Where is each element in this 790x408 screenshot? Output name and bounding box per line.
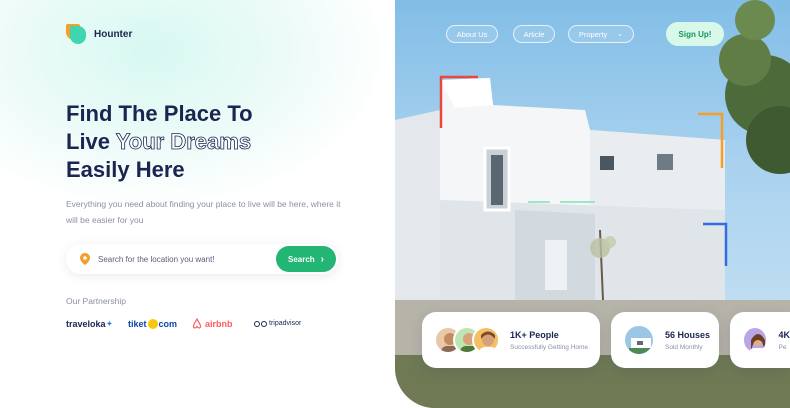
hero-title-line3: Easily Here bbox=[66, 157, 185, 182]
hero-title-line1: Find The Place To bbox=[66, 101, 253, 126]
search-button[interactable]: Search › bbox=[276, 246, 336, 272]
house-thumbnail bbox=[623, 324, 655, 356]
partner-tripadvisor-text: tripadvisor bbox=[269, 320, 302, 327]
stat-card-people: 1K+ People Successfully Getting Home bbox=[422, 312, 600, 368]
brand-name: Hounter bbox=[94, 28, 133, 40]
location-pin-icon bbox=[80, 253, 90, 265]
nav-property-dropdown[interactable]: Property ⌄ bbox=[568, 25, 634, 43]
partner-traveloka-text: traveloka bbox=[66, 318, 106, 329]
airbnb-icon bbox=[192, 318, 202, 329]
avatar bbox=[742, 326, 769, 354]
partner-tiket-com-text: com bbox=[158, 318, 178, 329]
hero-title: Find The Place To Live Your Dreams Easil… bbox=[66, 100, 253, 184]
partner-tripadvisor-logo: tripadvisor bbox=[254, 320, 301, 327]
tiket-dot-icon bbox=[147, 318, 158, 329]
partner-tiket-text: tiket bbox=[128, 318, 147, 329]
hero-description: Everything you need about finding your p… bbox=[66, 199, 341, 225]
stat-partial-caption: Pe bbox=[778, 343, 787, 351]
partnership-label: Our Partnership bbox=[66, 296, 126, 306]
nav-about-us[interactable]: About Us bbox=[446, 25, 498, 43]
people-avatar-group bbox=[434, 326, 500, 354]
partner-airbnb-text: airbnb bbox=[205, 318, 233, 329]
stat-people-value: 1K+ People bbox=[510, 329, 559, 340]
location-search-bar: Search › bbox=[66, 244, 338, 274]
stat-card-partial: 4K Pe bbox=[730, 312, 790, 368]
partner-logos: traveloka ✦ tiket com airbnb tripadvisor bbox=[66, 318, 301, 329]
brand-logo[interactable]: Hounter bbox=[66, 24, 132, 44]
stat-houses-value: 56 Houses bbox=[665, 329, 711, 340]
chevron-right-icon: › bbox=[320, 253, 325, 265]
chevron-down-icon: ⌄ bbox=[617, 31, 624, 38]
signup-button[interactable]: Sign Up! bbox=[666, 22, 724, 46]
hero-title-line2-outline: Your Dreams bbox=[115, 129, 252, 155]
stat-card-houses: 56 Houses Sold Monthly bbox=[611, 312, 719, 368]
stat-houses-caption: Sold Monthly bbox=[665, 343, 703, 351]
hero-title-line2-plain: Live bbox=[66, 129, 111, 154]
tripadvisor-owl-icon bbox=[254, 320, 267, 327]
stat-people-caption: Successfully Getting Home bbox=[510, 343, 589, 351]
partner-tiket-logo: tiket com bbox=[128, 318, 192, 329]
search-button-label: Search bbox=[287, 254, 315, 264]
logo-mark-icon bbox=[66, 24, 86, 44]
location-search-input[interactable] bbox=[98, 254, 268, 264]
partner-airbnb-logo: airbnb bbox=[192, 318, 254, 329]
stat-partial-value: 4K bbox=[778, 329, 790, 340]
nav-property-label: Property bbox=[578, 29, 608, 39]
nav-article[interactable]: Article bbox=[513, 25, 555, 43]
traveloka-bird-icon: ✦ bbox=[106, 320, 113, 328]
partner-traveloka-logo: traveloka ✦ bbox=[66, 319, 128, 329]
avatar bbox=[472, 326, 500, 354]
